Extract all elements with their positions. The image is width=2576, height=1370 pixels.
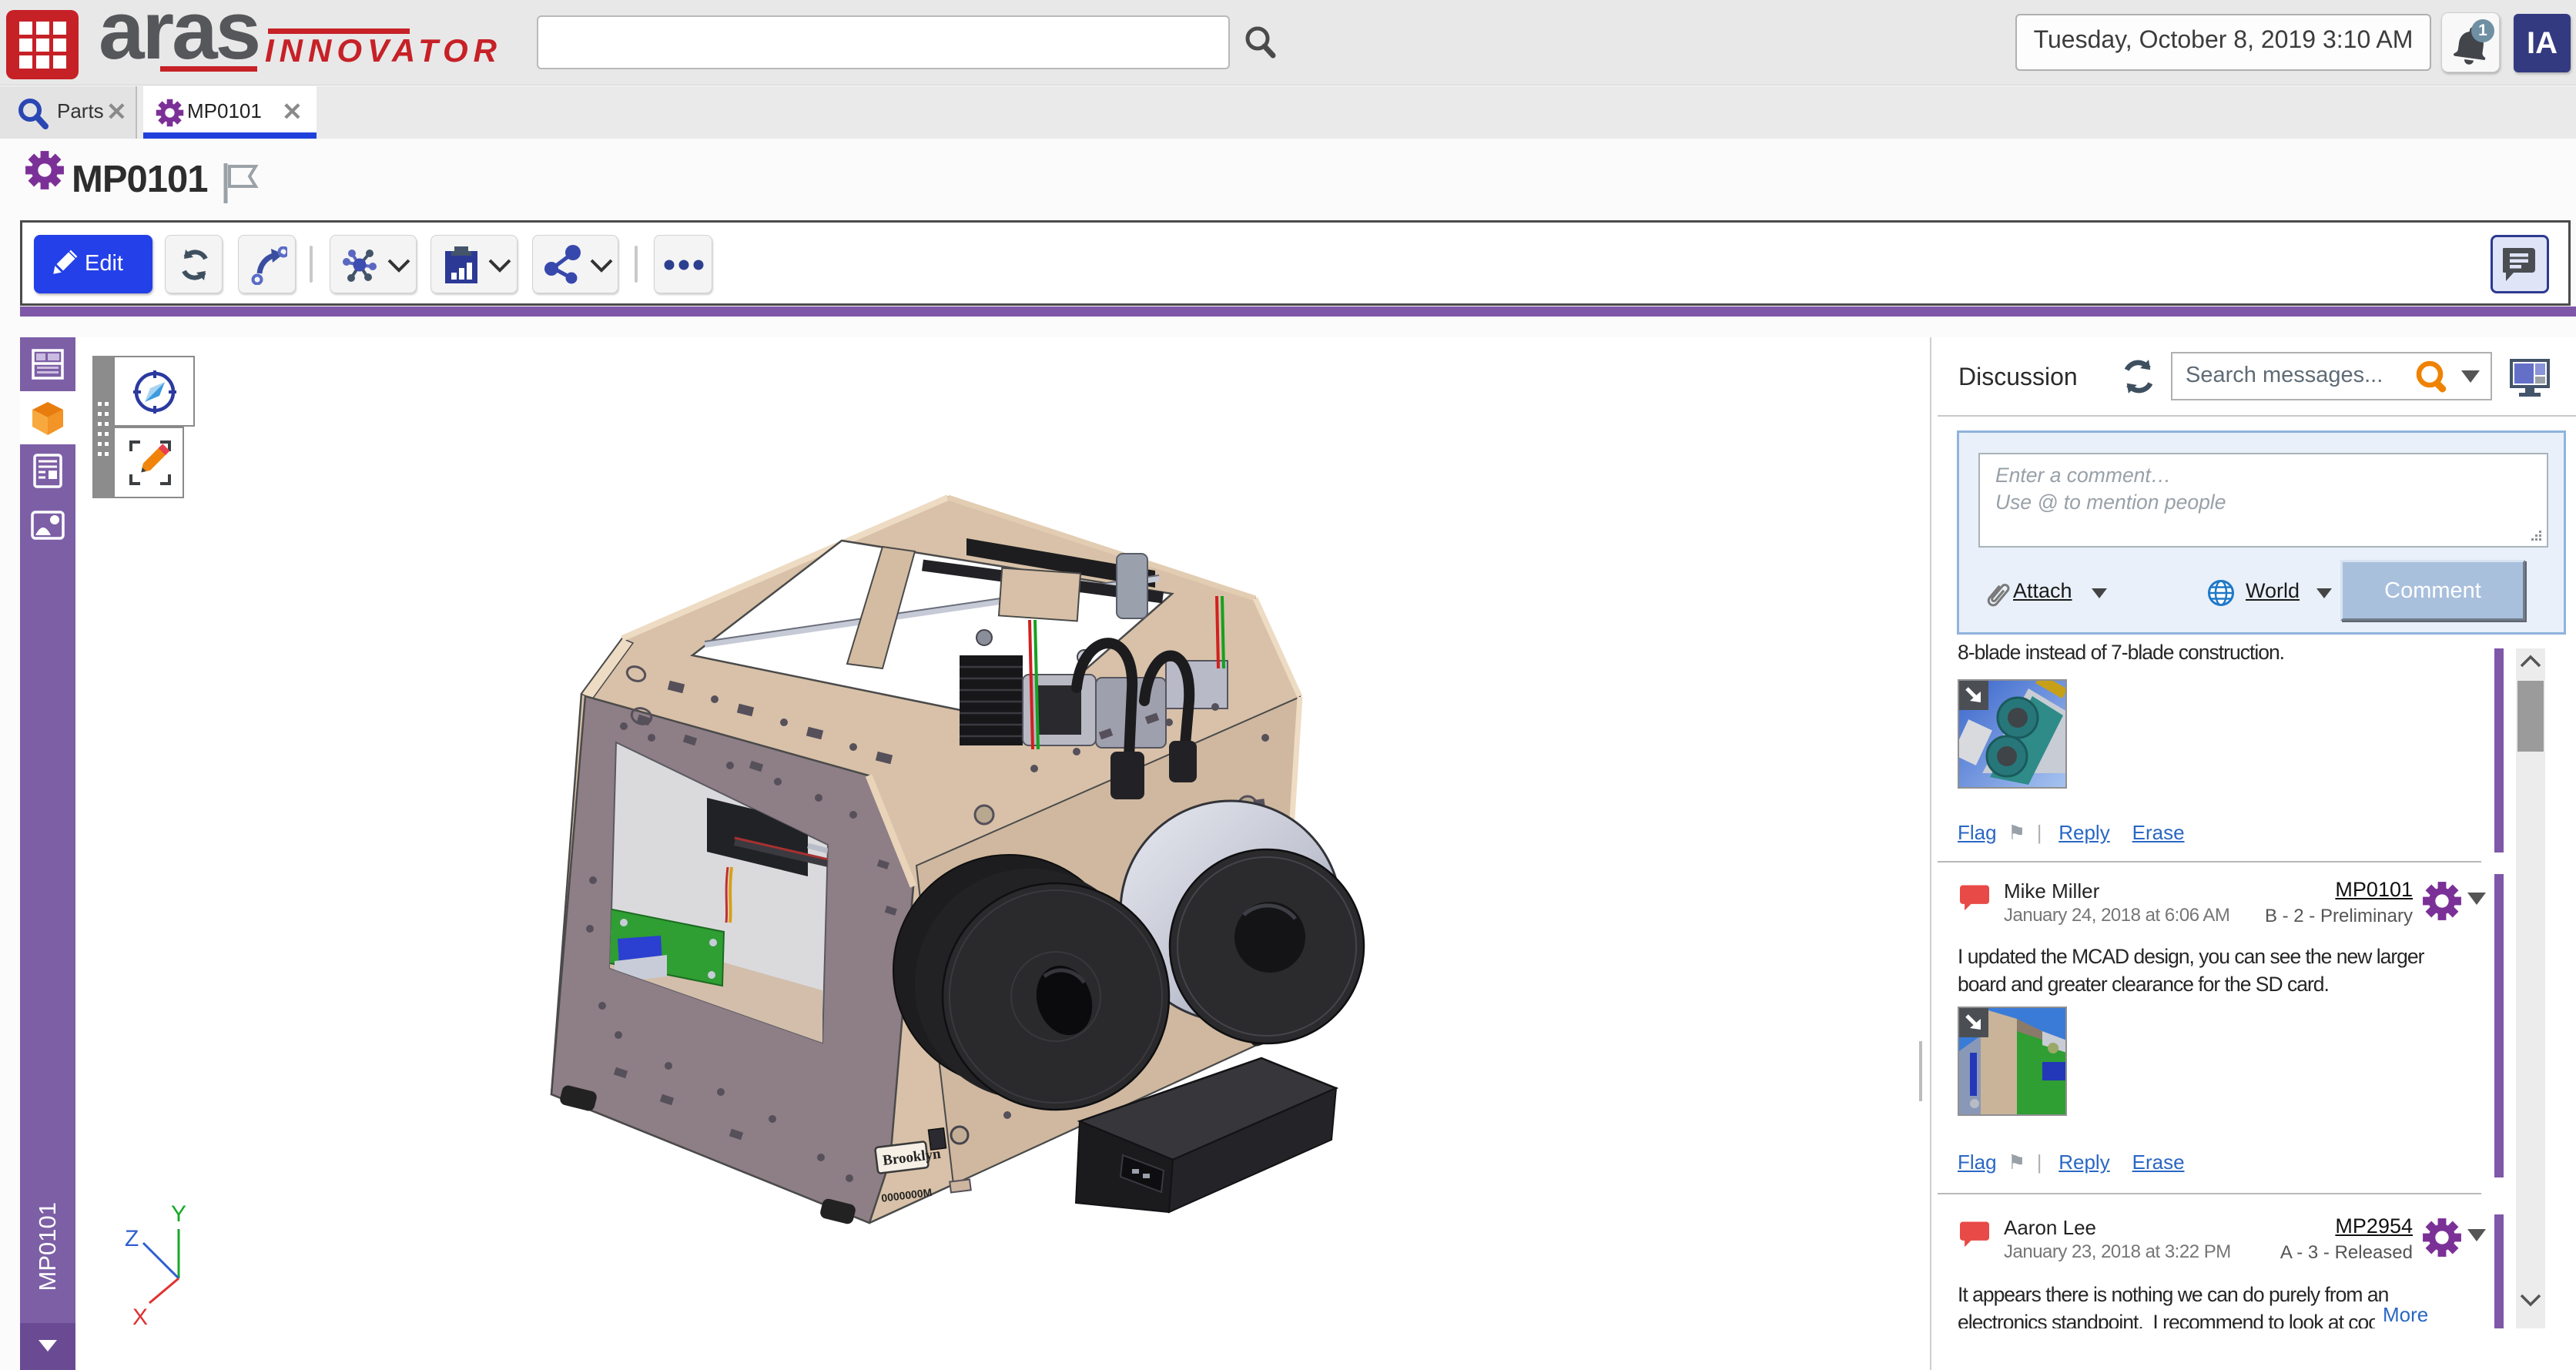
svg-text:Y: Y [171,1201,186,1227]
svg-text:X: X [132,1305,148,1330]
svg-text:Z: Z [125,1226,139,1251]
